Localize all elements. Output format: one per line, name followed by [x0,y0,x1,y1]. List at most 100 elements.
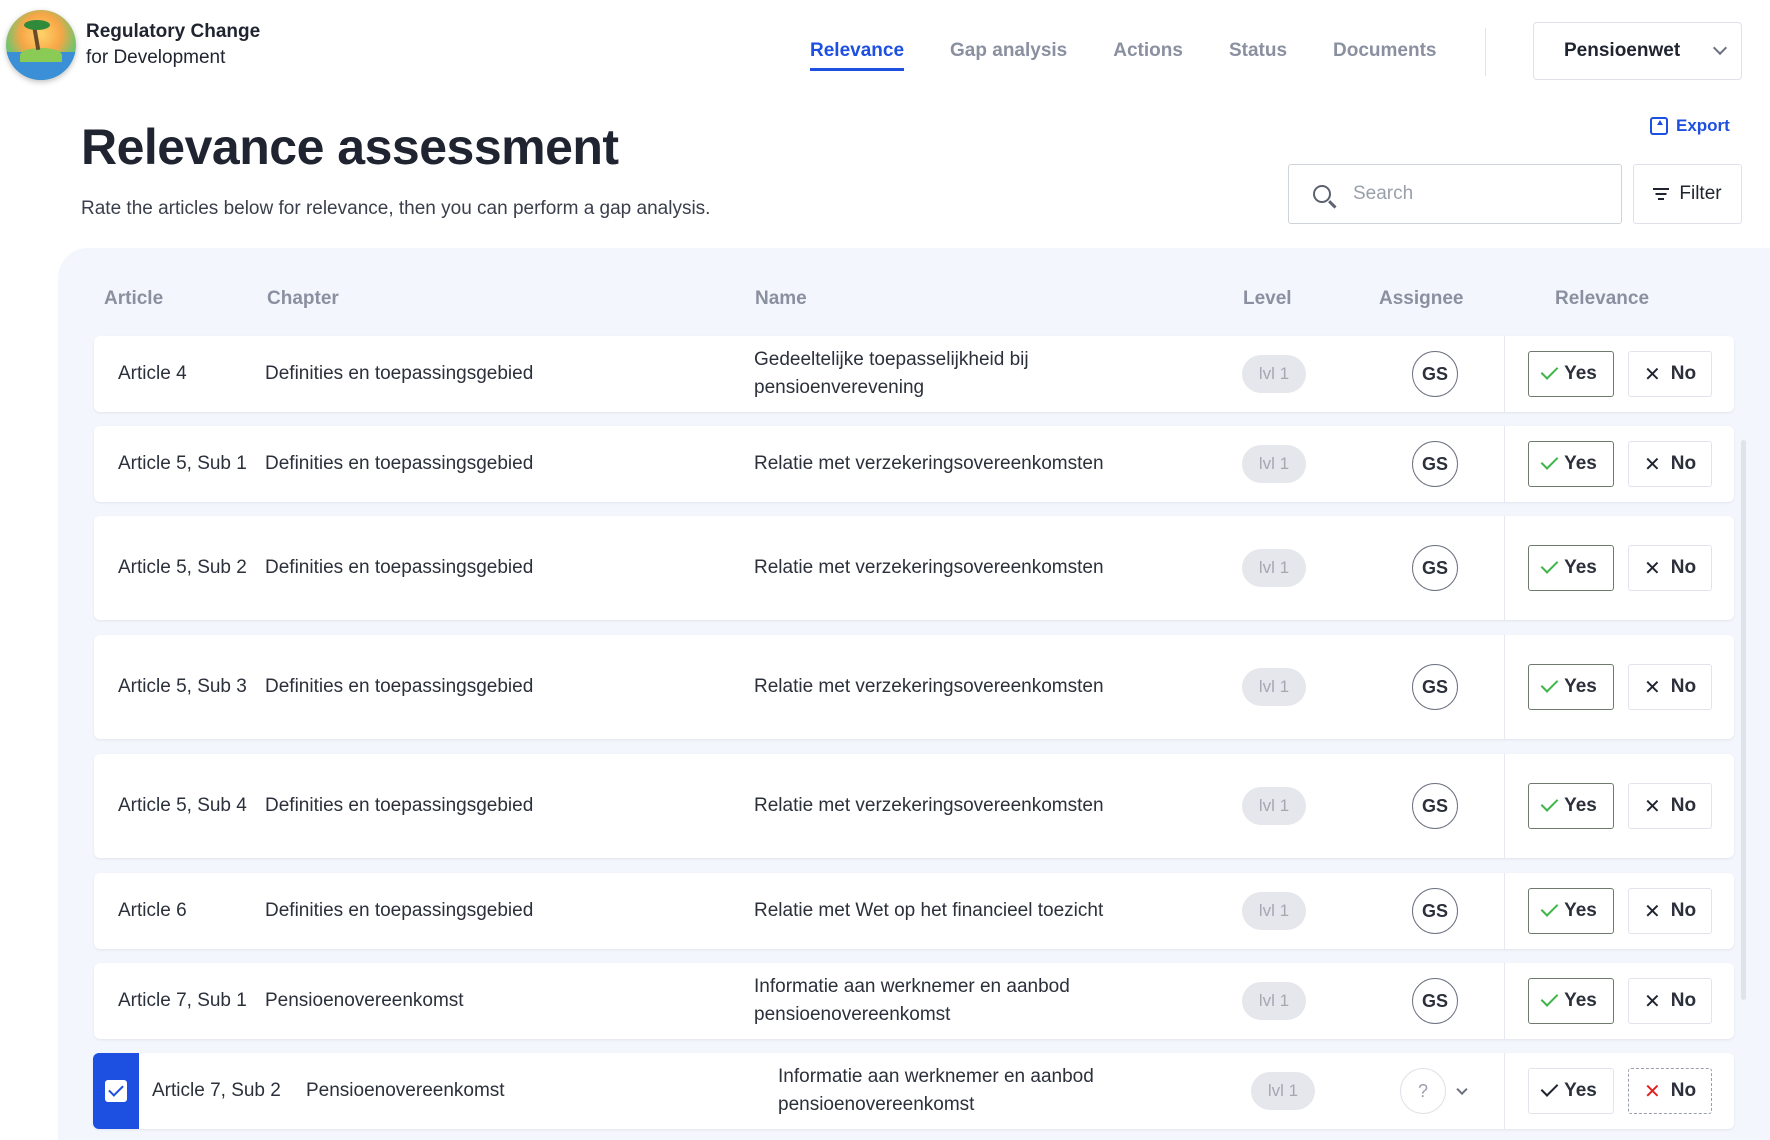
no-button[interactable]: ✕ No [1628,888,1712,934]
export-label: Export [1676,116,1730,135]
yes-button[interactable]: Yes [1528,545,1614,591]
chapter-cell: Definities en toepassingsgebied [265,795,534,816]
yes-button[interactable]: Yes [1528,888,1614,934]
chevron-down-icon [1712,40,1728,56]
yes-label: Yes [1564,363,1597,384]
check-icon [1540,556,1559,574]
yes-label: Yes [1564,676,1597,697]
level-badge: lvl 1 [1242,445,1306,483]
main-nav: Relevance Gap analysis Actions Status Do… [810,40,1436,71]
chapter-cell: Definities en toepassingsgebied [265,557,534,578]
yes-button[interactable]: Yes [1528,1068,1614,1114]
level-badge: lvl 1 [1251,1072,1315,1110]
nav-divider [1485,28,1486,76]
no-label: No [1670,363,1697,384]
table-row-selected[interactable]: Article 7, Sub 2 Pensioenovereenkomst In… [93,1053,1734,1129]
col-relevance: Relevance [1555,288,1650,309]
export-icon [1650,117,1668,135]
x-icon: ✕ [1643,557,1661,580]
no-button[interactable]: ✕ No [1628,351,1712,397]
x-icon: ✕ [1643,900,1661,923]
export-button[interactable]: Export [1650,116,1730,136]
tab-documents[interactable]: Documents [1333,40,1436,71]
table-row[interactable]: Article 5, Sub 2 Definities en toepassin… [94,516,1734,620]
yes-button[interactable]: Yes [1528,441,1614,487]
table-row[interactable]: Article 4 Definities en toepassingsgebie… [94,336,1734,412]
filter-icon [1653,188,1670,200]
check-icon [1540,794,1559,812]
no-button[interactable]: ✕ No [1628,441,1712,487]
article-cell: Article 7, Sub 2 [152,1080,281,1101]
yes-label: Yes [1564,900,1597,921]
no-label: No [1670,676,1697,697]
search-input[interactable] [1353,183,1593,205]
chapter-cell: Definities en toepassingsgebied [265,453,534,474]
tab-gap-analysis[interactable]: Gap analysis [950,40,1067,71]
name-cell: Informatie aan werknemer en aanbod pensi… [778,1066,1094,1115]
law-select[interactable]: Pensioenwet [1533,22,1742,80]
assignee-avatar[interactable]: GS [1412,545,1458,591]
chapter-cell: Definities en toepassingsgebied [265,363,534,384]
x-icon: ✕ [1643,453,1661,476]
chapter-cell: Definities en toepassingsgebied [265,900,534,921]
filter-button[interactable]: Filter [1633,164,1742,224]
search-icon [1313,185,1331,203]
tab-relevance[interactable]: Relevance [810,40,905,71]
yes-label: Yes [1564,1080,1597,1101]
yes-label: Yes [1564,453,1597,474]
assignee-avatar[interactable]: GS [1412,978,1458,1024]
assignee-avatar[interactable]: GS [1412,441,1458,487]
yes-label: Yes [1564,795,1597,816]
brand[interactable]: Regulatory Change for Development [6,10,260,80]
article-cell: Article 6 [118,900,187,921]
search-box[interactable] [1288,164,1622,224]
table-row[interactable]: Article 6 Definities en toepassingsgebie… [94,873,1734,949]
no-button[interactable]: ✕ No [1628,783,1712,829]
chapter-cell: Pensioenovereenkomst [265,990,464,1011]
tab-status[interactable]: Status [1229,40,1287,71]
yes-button[interactable]: Yes [1528,783,1614,829]
check-icon [1540,675,1559,693]
check-icon [1540,452,1559,470]
assignee-avatar[interactable]: GS [1412,888,1458,934]
scrollbar[interactable] [1741,440,1746,1000]
no-button[interactable]: ✕ No [1628,1068,1712,1114]
no-button[interactable]: ✕ No [1628,545,1712,591]
yes-button[interactable]: Yes [1528,351,1614,397]
chapter-cell: Definities en toepassingsgebied [265,676,534,697]
table-row[interactable]: Article 5, Sub 4 Definities en toepassin… [94,754,1734,858]
no-label: No [1670,453,1697,474]
assignee-avatar[interactable]: GS [1412,351,1458,397]
col-name: Name [755,288,807,309]
no-button[interactable]: ✕ No [1628,664,1712,710]
table-row[interactable]: Article 5, Sub 3 Definities en toepassin… [94,635,1734,739]
x-icon: ✕ [1643,676,1661,699]
row-select-checkbox[interactable] [93,1053,139,1129]
level-badge: lvl 1 [1242,892,1306,930]
yes-button[interactable]: Yes [1528,978,1614,1024]
tab-actions[interactable]: Actions [1113,40,1183,71]
no-label: No [1670,1080,1697,1101]
page-subtitle: Rate the articles below for relevance, t… [81,198,711,219]
assignee-avatar[interactable]: GS [1412,664,1458,710]
article-cell: Article 5, Sub 1 [118,453,247,474]
table-row[interactable]: Article 5, Sub 1 Definities en toepassin… [94,426,1734,502]
yes-label: Yes [1564,557,1597,578]
x-icon: ✕ [1643,1080,1661,1103]
x-icon: ✕ [1643,363,1661,386]
chevron-down-icon[interactable] [1456,1083,1468,1096]
article-cell: Article 5, Sub 4 [118,795,247,816]
level-badge: lvl 1 [1242,787,1306,825]
col-article: Article [104,288,164,309]
article-cell: Article 4 [118,363,187,384]
no-button[interactable]: ✕ No [1628,978,1712,1024]
table-row[interactable]: Article 7, Sub 1 Pensioenovereenkomst In… [94,963,1734,1039]
chapter-cell: Pensioenovereenkomst [306,1080,505,1101]
assignee-avatar-unassigned[interactable]: ? [1400,1068,1446,1114]
assignee-avatar[interactable]: GS [1412,783,1458,829]
yes-button[interactable]: Yes [1528,664,1614,710]
article-cell: Article 5, Sub 2 [118,557,247,578]
no-label: No [1670,557,1697,578]
brand-subtitle: for Development [86,47,226,68]
name-cell: Relatie met verzekeringsovereenkomsten [754,453,1104,474]
